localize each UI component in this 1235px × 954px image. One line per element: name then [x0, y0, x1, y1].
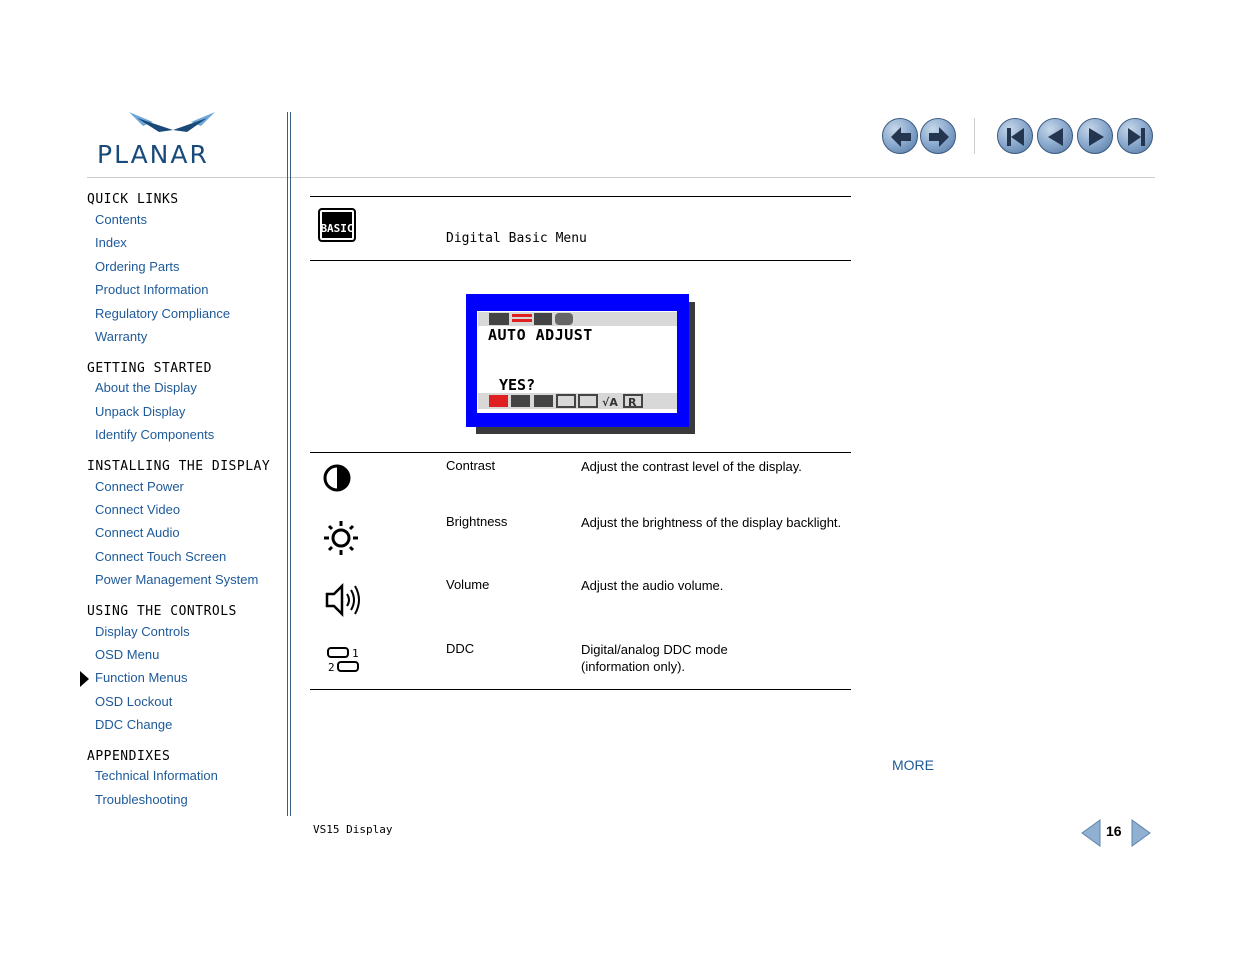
section-heading-getting-started: GETTING STARTED [87, 361, 212, 376]
table-rule-top [310, 196, 851, 197]
sidebar-link-warranty[interactable]: Warranty [95, 329, 147, 344]
table-rule-bottom [310, 689, 851, 690]
sidebar-link-ddc-change[interactable]: DDC Change [95, 717, 172, 732]
row-name-volume: Volume [446, 577, 490, 592]
sidebar-link-connect-power[interactable]: Connect Power [95, 479, 184, 494]
next-page-arrow-icon[interactable] [1130, 818, 1152, 853]
sidebar-link-troubleshooting[interactable]: Troubleshooting [95, 792, 188, 807]
section-heading-using-the-controls: USING THE CONTROLS [87, 604, 237, 619]
row-name-ddc: DDC [446, 641, 475, 656]
sidebar-link-technical-information[interactable]: Technical Information [95, 768, 218, 783]
sidebar-link-connect-touch-screen[interactable]: Connect Touch Screen [95, 549, 226, 564]
svg-text:R: R [628, 396, 637, 409]
ddc-icon: 1 2 [326, 646, 362, 679]
sidebar-link-connect-video[interactable]: Connect Video [95, 502, 180, 517]
sidebar-link-index[interactable]: Index [95, 235, 127, 250]
row-desc-contrast: Adjust the contrast level of the display… [581, 459, 802, 474]
first-page-icon[interactable] [997, 118, 1033, 154]
basic-menu-icon: BASIC [318, 208, 358, 249]
brightness-icon [322, 519, 360, 562]
table-rule [310, 260, 851, 261]
previous-page-icon[interactable] [1037, 118, 1073, 154]
section-heading-appendixes: APPENDIXES [87, 749, 171, 764]
svg-text:1: 1 [352, 647, 359, 660]
basic-icon-text: BASIC [320, 222, 353, 235]
last-page-icon[interactable] [1117, 118, 1153, 154]
sidebar-link-contents[interactable]: Contents [95, 212, 147, 227]
current-page-marker-icon [80, 671, 89, 687]
sidebar-link-display-controls[interactable]: Display Controls [95, 624, 190, 639]
osd-line-1: AUTO ADJUST [488, 326, 593, 344]
section-heading-quick-links: QUICK LINKS [87, 192, 179, 207]
back-icon[interactable] [882, 118, 918, 154]
row-desc-volume: Adjust the audio volume. [581, 578, 724, 593]
sidebar-link-ordering-parts[interactable]: Ordering Parts [95, 259, 180, 274]
table-rule [310, 452, 851, 453]
sidebar-divider [290, 112, 291, 816]
brand-name: PLANAR [97, 140, 209, 169]
page-number: 16 [1106, 823, 1122, 839]
section-heading-installing-the-display: INSTALLING THE DISPLAY [87, 459, 271, 474]
osd-line-2: YES? [499, 376, 536, 394]
sidebar-link-identify-components[interactable]: Identify Components [95, 427, 214, 442]
sidebar-link-unpack-display[interactable]: Unpack Display [95, 404, 185, 419]
header-divider [87, 177, 1155, 178]
sidebar-link-function-menus[interactable]: Function Menus [95, 670, 188, 685]
nav-separator [974, 118, 975, 154]
svg-text:2: 2 [328, 661, 335, 674]
sidebar-link-osd-lockout[interactable]: OSD Lockout [95, 694, 172, 709]
previous-page-arrow-icon[interactable] [1080, 818, 1102, 853]
menu-title: Digital Basic Menu [446, 231, 587, 246]
sidebar-divider [287, 112, 288, 816]
row-desc-ddc: Digital/analog DDC mode (information onl… [581, 642, 728, 674]
svg-text:√A: √A [602, 396, 618, 409]
row-name-contrast: Contrast [446, 458, 496, 473]
contrast-icon [322, 463, 352, 498]
next-page-icon[interactable] [1077, 118, 1113, 154]
volume-icon [324, 580, 364, 625]
row-name-brightness: Brightness [446, 514, 508, 529]
sidebar-link-about-the-display[interactable]: About the Display [95, 380, 197, 395]
row-desc-brightness: Adjust the brightness of the display bac… [581, 515, 842, 530]
more-link[interactable]: MORE [892, 757, 934, 773]
osd-menu-tabs [478, 312, 677, 326]
sidebar-link-regulatory-compliance[interactable]: Regulatory Compliance [95, 306, 230, 321]
doc-title: VS15 Display [313, 823, 393, 836]
sidebar-link-connect-audio[interactable]: Connect Audio [95, 525, 180, 540]
osd-function-icons: √A R [478, 393, 677, 409]
forward-icon[interactable] [920, 118, 956, 154]
sidebar-link-product-information[interactable]: Product Information [95, 282, 208, 297]
sidebar-link-osd-menu[interactable]: OSD Menu [95, 647, 159, 662]
sidebar-link-power-management-system[interactable]: Power Management System [95, 572, 258, 587]
